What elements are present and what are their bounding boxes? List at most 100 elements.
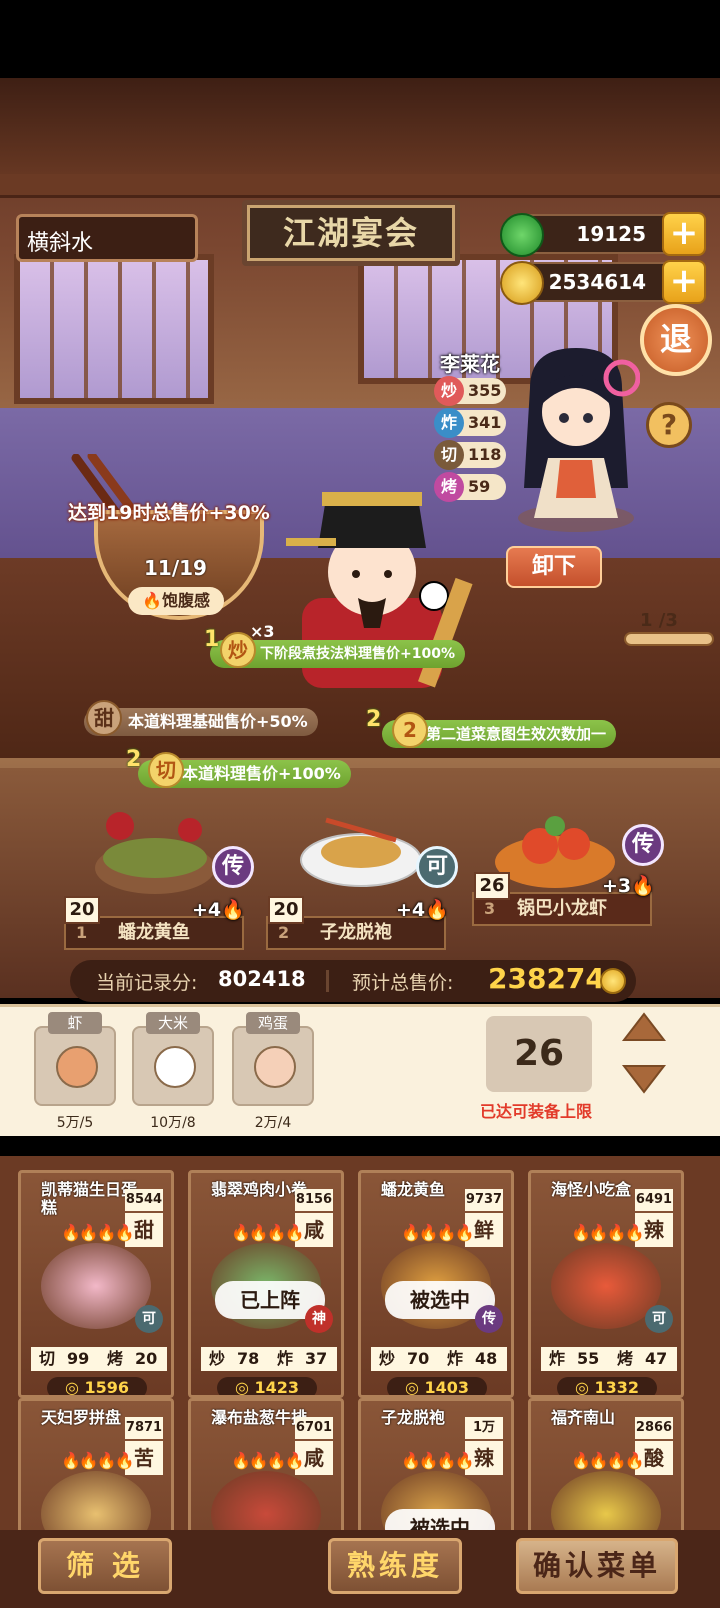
skill-name: 炒 bbox=[209, 1349, 226, 1368]
jade-counter: 19125 + bbox=[500, 212, 706, 257]
add-jade-button[interactable]: + bbox=[662, 212, 706, 256]
total-label: 预计总售价: bbox=[352, 972, 454, 994]
card-price: 6491 bbox=[635, 1189, 673, 1211]
bonus-value: +3 bbox=[602, 875, 632, 897]
ingredient-icon bbox=[254, 1046, 296, 1088]
unload-chef-button[interactable]: 卸下 bbox=[506, 546, 602, 588]
card-price: 9737 bbox=[465, 1189, 503, 1211]
rarity-badge: 可 bbox=[135, 1305, 163, 1333]
card-skills: 切 99 烤 20 bbox=[31, 1347, 167, 1371]
skill-tag: 切 bbox=[148, 752, 184, 788]
skill-num: 2 bbox=[366, 707, 382, 732]
ingredient-box bbox=[232, 1026, 314, 1106]
card-coin: ◎ 1332 bbox=[557, 1377, 657, 1395]
skill-text: 第二道菜意图生效次数加一 bbox=[426, 725, 607, 743]
skill-name: 烤 bbox=[617, 1349, 634, 1368]
fire-rating-icon: 🔥🔥🔥🔥 bbox=[231, 1451, 305, 1470]
ingredient-box bbox=[34, 1026, 116, 1106]
dish-bonus: +4🔥 bbox=[396, 899, 449, 921]
dish-art[interactable] bbox=[296, 800, 426, 892]
card-price: 7871 bbox=[125, 1417, 163, 1439]
skill-badge: 切 bbox=[434, 440, 464, 470]
confirm-menu-button[interactable]: 确认菜单 bbox=[516, 1538, 678, 1594]
fire-rating-icon: 🔥🔥🔥🔥 bbox=[231, 1223, 305, 1242]
chef-stat: 炒 355 bbox=[434, 376, 506, 406]
equip-limit-text: 已达可装备上限 bbox=[480, 1102, 593, 1121]
chef-name: 李莱花 bbox=[440, 352, 500, 376]
rarity-badge: 神 bbox=[305, 1305, 333, 1333]
ingredient-name: 虾 bbox=[48, 1012, 102, 1034]
bonus-value: +4 bbox=[192, 899, 222, 921]
satiety-label: 🔥饱腹感 bbox=[128, 587, 224, 615]
fire-rating-icon: 🔥🔥🔥🔥 bbox=[401, 1451, 475, 1470]
chef-stat: 切 118 bbox=[434, 440, 506, 470]
chef-page-indicator: 1 /3 bbox=[640, 610, 678, 631]
location-name: 横斜水 bbox=[16, 214, 198, 262]
record-value: 802418 bbox=[218, 967, 306, 991]
legend-badge: 传 bbox=[622, 824, 664, 866]
arrow-up-icon[interactable] bbox=[620, 1010, 668, 1044]
ingredient-name: 大米 bbox=[146, 1012, 200, 1034]
skill-value: 55 bbox=[577, 1349, 600, 1368]
filter-button[interactable]: 筛 选 bbox=[38, 1538, 172, 1594]
skill-ribbon-3: 2 切 本道料理售价+100% bbox=[126, 747, 351, 788]
exit-button[interactable]: 退 bbox=[640, 304, 712, 376]
jade-value: 19125 bbox=[576, 222, 646, 246]
skill-text: 本道料理售价+100% bbox=[182, 764, 341, 783]
rarity-badge: 可 bbox=[645, 1305, 673, 1333]
dish-art[interactable] bbox=[90, 806, 220, 898]
dish-bonus: +3🔥 bbox=[602, 875, 655, 897]
dish-card[interactable]: 凯蒂猫生日蛋糕 8544 甜 🔥🔥🔥🔥 可切 99 烤 20 ◎ 1596 bbox=[18, 1170, 174, 1398]
game-screen: 横斜水 江湖宴会 19125 + 2534614 + 退 ? 李莱花 炒 355 炸… bbox=[0, 0, 720, 1608]
ingredient-qty: 2万/4 bbox=[254, 1115, 292, 1131]
record-label: 当前记录分: bbox=[96, 972, 198, 994]
rarity-badge: 传 bbox=[475, 1305, 503, 1333]
coin-value: 1403 bbox=[424, 1378, 470, 1397]
chef-page-bar bbox=[624, 632, 714, 646]
card-price: 1万 bbox=[465, 1417, 503, 1439]
skill-value: 78 bbox=[237, 1349, 260, 1368]
skill-badge: 炒 bbox=[434, 376, 464, 406]
skill-value: 47 bbox=[645, 1349, 668, 1368]
card-skills: 炸 55 烤 47 bbox=[541, 1347, 677, 1371]
ingredient-name: 鸡蛋 bbox=[246, 1012, 300, 1034]
available-badge: 可 bbox=[416, 846, 458, 888]
skill-tag: 甜 bbox=[86, 700, 122, 736]
banquet-sign: 江湖宴会 bbox=[242, 200, 460, 266]
skill-name: 炒 bbox=[379, 1349, 396, 1368]
dish-count: 26 bbox=[474, 872, 510, 900]
add-coin-button[interactable]: + bbox=[662, 260, 706, 304]
skill-value: 70 bbox=[407, 1349, 430, 1368]
dish-name: 锅巴小龙虾 bbox=[517, 898, 607, 919]
card-price: 2866 bbox=[635, 1417, 673, 1439]
skill-value: 355 bbox=[468, 381, 502, 400]
dish-card[interactable]: 翡翠鸡肉小卷 8156 咸 🔥🔥🔥🔥 已上阵神炒 78 炸 37 ◎ 1423 bbox=[188, 1170, 344, 1398]
card-coin: ◎ 1423 bbox=[217, 1377, 317, 1395]
dish-card[interactable]: 蟠龙黄鱼 9737 鲜 🔥🔥🔥🔥 被选中传炒 70 炸 48 ◎ 1403 bbox=[358, 1170, 514, 1398]
dish-count: 20 bbox=[268, 896, 304, 924]
arrow-down-icon[interactable] bbox=[620, 1062, 668, 1096]
ingredient-icon bbox=[56, 1046, 98, 1088]
chef-portrait[interactable] bbox=[510, 348, 640, 538]
goal-text: 达到19时总售价+30% bbox=[68, 502, 270, 524]
fire-rating-icon: 🔥🔥🔥🔥 bbox=[61, 1223, 135, 1242]
card-coin: ◎ 1596 bbox=[47, 1377, 147, 1395]
coin-icon bbox=[600, 968, 626, 994]
divider bbox=[326, 970, 329, 992]
skill-name: 切 bbox=[39, 1349, 56, 1368]
card-price: 6701 bbox=[295, 1417, 333, 1439]
dish-card[interactable]: 海怪小吃盒 6491 辣 🔥🔥🔥🔥 可炸 55 烤 47 ◎ 1332 bbox=[528, 1170, 684, 1398]
skill-value: 20 bbox=[135, 1349, 158, 1368]
help-button[interactable]: ? bbox=[646, 402, 692, 448]
coin-icon bbox=[500, 261, 544, 305]
card-price: 8544 bbox=[125, 1189, 163, 1211]
ingredient-qty: 10万/8 bbox=[150, 1115, 196, 1131]
fire-rating-icon: 🔥🔥🔥🔥 bbox=[61, 1451, 135, 1470]
skill-value: 37 bbox=[305, 1349, 328, 1368]
proficiency-button[interactable]: 熟练度 bbox=[328, 1538, 462, 1594]
skill-text: 本道料理基础售价+50% bbox=[128, 712, 308, 731]
skill-tag: 2 bbox=[392, 712, 428, 748]
sign-text: 江湖宴会 bbox=[282, 214, 419, 252]
skill-value: 341 bbox=[468, 413, 502, 432]
ingredient-box bbox=[132, 1026, 214, 1106]
